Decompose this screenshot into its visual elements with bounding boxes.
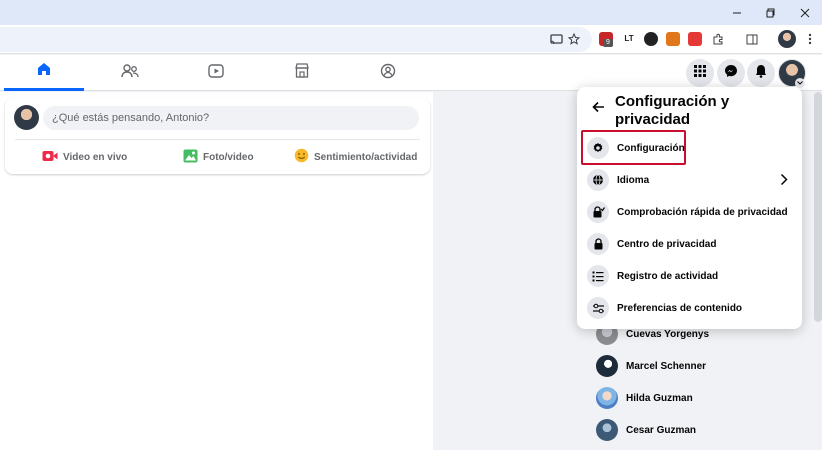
tab-video[interactable] bbox=[176, 55, 256, 91]
contact-name: Marcel Schenner bbox=[626, 360, 707, 372]
live-video-button[interactable]: Video en vivo bbox=[42, 148, 127, 166]
cast-icon[interactable] bbox=[546, 29, 566, 49]
extension-icon[interactable]: LT bbox=[622, 32, 636, 46]
restore-icon[interactable] bbox=[754, 0, 788, 25]
more-menu-icon[interactable] bbox=[800, 29, 820, 49]
chevron-right-icon bbox=[780, 173, 788, 191]
back-arrow-icon[interactable] bbox=[591, 99, 607, 115]
home-icon bbox=[36, 61, 52, 82]
extension-badge: 9 bbox=[603, 39, 613, 47]
marketplace-icon bbox=[294, 63, 310, 83]
tab-marketplace[interactable] bbox=[262, 55, 342, 91]
menu-item-label: Comprobación rápida de privacidad bbox=[617, 206, 788, 218]
settings-privacy-menu: Configuración y privacidad Configuración… bbox=[577, 87, 802, 329]
menu-item-privacy-checkup[interactable]: Comprobación rápida de privacidad bbox=[583, 198, 796, 226]
live-video-icon bbox=[42, 150, 58, 165]
menu-item-activity-log[interactable]: Registro de actividad bbox=[583, 262, 796, 290]
menu-item-label: Registro de actividad bbox=[617, 270, 719, 282]
contact-item[interactable]: Cesar Guzman bbox=[596, 418, 696, 442]
extensions-puzzle-icon[interactable] bbox=[708, 29, 728, 49]
avatar bbox=[596, 355, 618, 377]
browser-titlebar bbox=[0, 0, 822, 25]
tab-home[interactable] bbox=[4, 55, 84, 91]
contact-item[interactable]: Hilda Guzman bbox=[596, 386, 693, 410]
side-panel-icon[interactable] bbox=[742, 29, 762, 49]
facebook-navbar bbox=[0, 55, 822, 91]
feeling-activity-button[interactable]: Sentimiento/actividad bbox=[294, 148, 417, 166]
menu-item-label: Preferencias de contenido bbox=[617, 302, 743, 314]
close-icon[interactable] bbox=[788, 0, 822, 25]
photo-icon bbox=[183, 149, 198, 166]
contact-name: Hilda Guzman bbox=[626, 392, 693, 404]
minimize-icon[interactable] bbox=[720, 0, 754, 25]
video-icon bbox=[208, 63, 224, 83]
address-bar[interactable] bbox=[0, 27, 592, 52]
extension-icon[interactable] bbox=[666, 32, 680, 46]
messenger-button[interactable] bbox=[717, 59, 745, 87]
photo-video-button[interactable]: Foto/video bbox=[183, 148, 254, 166]
avatar bbox=[14, 105, 39, 130]
contact-name: Cesar Guzman bbox=[626, 424, 697, 436]
profile-avatar[interactable] bbox=[778, 30, 796, 48]
contact-name: Cuevas Yorgenys bbox=[626, 328, 710, 340]
notifications-button[interactable] bbox=[747, 59, 775, 87]
sliders-icon bbox=[587, 297, 609, 319]
action-label: Sentimiento/actividad bbox=[314, 151, 418, 163]
browser-toolbar: 9 LT bbox=[0, 25, 822, 54]
action-label: Foto/video bbox=[203, 151, 254, 163]
groups-icon bbox=[380, 63, 396, 84]
globe-icon bbox=[587, 169, 609, 191]
menu-item-label: Centro de privacidad bbox=[617, 238, 717, 250]
tab-friends[interactable] bbox=[90, 55, 170, 91]
highlight-box bbox=[581, 130, 686, 165]
extension-icon[interactable] bbox=[644, 32, 658, 46]
menu-item-content-preferences[interactable]: Preferencias de contenido bbox=[583, 294, 796, 322]
menu-item-privacy-center[interactable]: Centro de privacidad bbox=[583, 230, 796, 258]
notifications-icon bbox=[755, 64, 767, 83]
menu-title: Configuración y privacidad bbox=[615, 93, 730, 128]
window-controls bbox=[720, 0, 822, 25]
lock-check-icon bbox=[587, 201, 609, 223]
divider bbox=[15, 139, 420, 140]
messenger-icon bbox=[724, 64, 738, 83]
bookmark-star-icon[interactable] bbox=[564, 29, 584, 49]
extension-icon[interactable] bbox=[688, 32, 702, 46]
list-icon bbox=[587, 265, 609, 287]
scrollbar[interactable] bbox=[814, 92, 822, 322]
friends-icon bbox=[121, 63, 139, 84]
feeling-icon bbox=[294, 148, 309, 166]
post-composer: ¿Qué estás pensando, Antonio? Video en v… bbox=[5, 98, 430, 174]
avatar bbox=[596, 387, 618, 409]
menu-grid-icon bbox=[694, 64, 706, 82]
lock-icon bbox=[587, 233, 609, 255]
whats-on-your-mind-input[interactable]: ¿Qué estás pensando, Antonio? bbox=[43, 106, 419, 130]
menu-grid-button[interactable] bbox=[686, 59, 714, 87]
menu-item-idioma[interactable]: Idioma bbox=[583, 166, 796, 194]
action-label: Video en vivo bbox=[63, 151, 128, 163]
menu-item-label: Idioma bbox=[617, 174, 650, 186]
avatar bbox=[596, 419, 618, 441]
contact-item[interactable]: Marcel Schenner bbox=[596, 354, 706, 378]
tab-groups[interactable] bbox=[348, 55, 428, 91]
